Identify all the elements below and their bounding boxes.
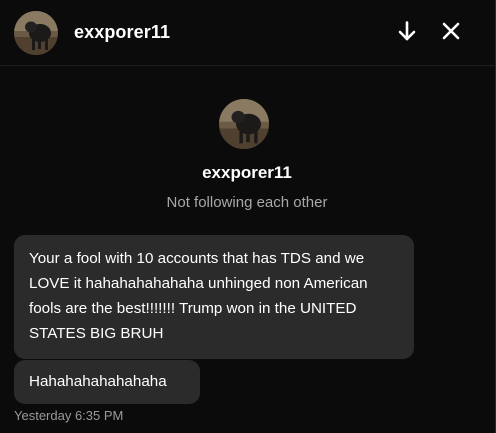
chat-header: exxporer11 [0, 0, 494, 66]
chat-window: exxporer11 exxporer11 Not following each… [0, 0, 496, 433]
profile-avatar[interactable] [219, 99, 269, 149]
message-bubble[interactable]: Your a fool with 10 accounts that has TD… [14, 235, 414, 359]
follow-status: Not following each other [166, 194, 328, 211]
avatar[interactable] [14, 11, 58, 55]
arrow-down-icon[interactable] [392, 16, 422, 46]
chat-username[interactable]: exxporer11 [74, 22, 170, 43]
message-timestamp: Yesterday 6:35 PM [14, 408, 124, 423]
message-bubble[interactable]: Hahahahahahahaha [14, 360, 200, 404]
profile-username[interactable]: exxporer11 [0, 163, 494, 183]
close-icon[interactable] [436, 16, 466, 46]
